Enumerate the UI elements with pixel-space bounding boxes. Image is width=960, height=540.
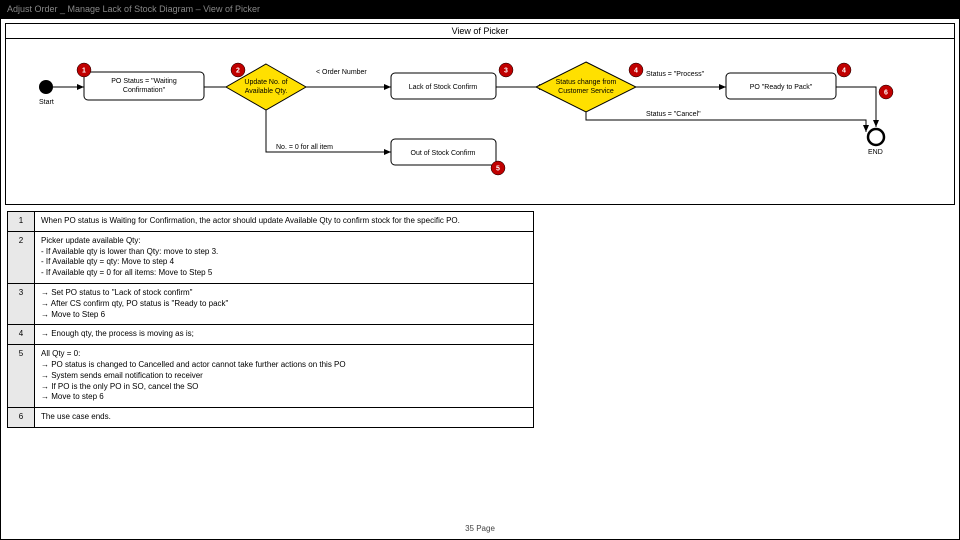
badge-4b: 4 — [837, 63, 851, 77]
page-footer: 35 Page — [1, 524, 959, 533]
start-node — [39, 80, 53, 94]
gateway-status-change — [536, 62, 636, 112]
step-row: 6The use case ends. — [8, 408, 534, 428]
step-row: 4→ Enough qty, the process is moving as … — [8, 325, 534, 345]
steps-table: 1When PO status is Waiting for Confirmat… — [7, 211, 534, 428]
end-node — [868, 129, 884, 145]
step-text: → Set PO status to "Lack of stock confir… — [35, 283, 534, 324]
end-label: END — [868, 149, 883, 156]
svg-text:4: 4 — [634, 68, 638, 75]
step-text: The use case ends. — [35, 408, 534, 428]
step-num: 6 — [8, 408, 35, 428]
step-num: 5 — [8, 345, 35, 408]
pool-title: View of Picker — [6, 24, 954, 39]
step-text: → Enough qty, the process is moving as i… — [35, 325, 534, 345]
node-lack-confirm-label: Lack of Stock Confirm — [409, 84, 478, 91]
diagram-pool: View of Picker Start PO Status = "Waitin… — [5, 23, 955, 205]
badge-3: 3 — [499, 63, 513, 77]
node-po-waiting — [84, 72, 204, 100]
badge-4a: 4 — [629, 63, 643, 77]
step-num: 4 — [8, 325, 35, 345]
flow-diagram: Start PO Status = "WaitingConfirmation" … — [6, 42, 946, 202]
edge-zero-all: No. = 0 for all item — [276, 144, 333, 151]
badge-5: 5 — [491, 161, 505, 175]
title-bar: Adjust Order _ Manage Lack of Stock Diag… — [1, 1, 959, 19]
node-out-confirm-label: Out of Stock Confirm — [411, 150, 476, 157]
svg-text:5: 5 — [496, 166, 500, 173]
svg-text:4: 4 — [842, 68, 846, 75]
page: Adjust Order _ Manage Lack of Stock Diag… — [0, 0, 960, 540]
step-text: Picker update available Qty: - If Availa… — [35, 231, 534, 283]
edge-status-cancel: Status = "Cancel" — [646, 111, 701, 118]
step-text: When PO status is Waiting for Confirmati… — [35, 212, 534, 232]
step-num: 3 — [8, 283, 35, 324]
node-po-ready-label: PO "Ready to Pack" — [750, 84, 813, 91]
badge-1: 1 — [77, 63, 91, 77]
step-num: 2 — [8, 231, 35, 283]
svg-text:2: 2 — [236, 68, 240, 75]
edge-status-process: Status = "Process" — [646, 71, 705, 78]
start-label: Start — [39, 99, 54, 106]
edge-lt-order: < Order Number — [316, 69, 367, 76]
badge-2: 2 — [231, 63, 245, 77]
step-num: 1 — [8, 212, 35, 232]
step-text: All Qty = 0:→ PO status is changed to Ca… — [35, 345, 534, 408]
badge-6: 6 — [879, 85, 893, 99]
svg-text:3: 3 — [504, 68, 508, 75]
step-row: 2Picker update available Qty: - If Avail… — [8, 231, 534, 283]
svg-text:1: 1 — [82, 68, 86, 75]
step-row: 3→ Set PO status to "Lack of stock confi… — [8, 283, 534, 324]
step-row: 5All Qty = 0:→ PO status is changed to C… — [8, 345, 534, 408]
svg-text:6: 6 — [884, 90, 888, 97]
step-row: 1When PO status is Waiting for Confirmat… — [8, 212, 534, 232]
